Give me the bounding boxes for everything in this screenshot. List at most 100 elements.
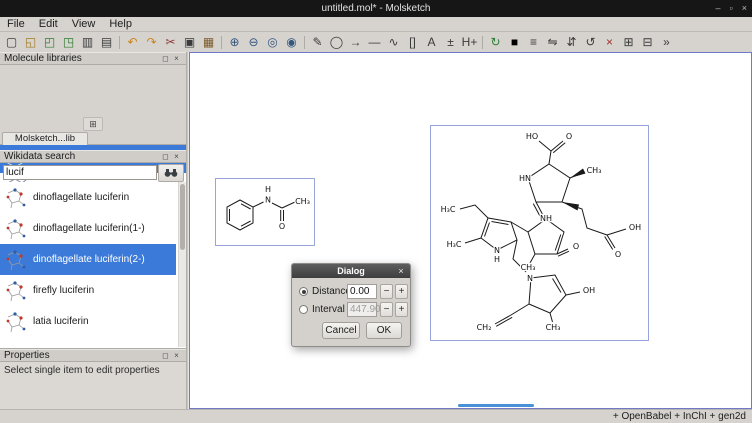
float-panel-icon[interactable]: ◻ [160, 151, 171, 162]
properties-panel-header: Properties ◻ × [0, 349, 186, 362]
zoom-out-button[interactable]: ⊖ [245, 34, 262, 51]
open-document-button[interactable]: ◱ [22, 34, 39, 51]
atom-label: H₃C [447, 240, 462, 249]
save-as-document-button[interactable]: ◳ [60, 34, 77, 51]
atom-label: O [279, 222, 285, 231]
atom-label: CH₃ [295, 197, 310, 206]
flip-horizontal-button[interactable]: ⇋ [544, 34, 561, 51]
atom-label: H [265, 185, 271, 194]
drawing-canvas[interactable]: H N O CH₃ [189, 52, 752, 409]
optimize-structure-button[interactable]: ↻ [487, 34, 504, 51]
new-document-button[interactable]: ▢ [3, 34, 20, 51]
zoom-original-button[interactable]: ◉ [283, 34, 300, 51]
close-panel-icon[interactable]: × [171, 350, 182, 361]
mechanism-arrow-button[interactable]: ∿ [385, 34, 402, 51]
menu-view[interactable]: View [65, 18, 103, 31]
draw-tool-button[interactable]: ✎ [309, 34, 326, 51]
distance-decrement-button[interactable]: − [380, 284, 393, 299]
close-panel-icon[interactable]: × [171, 53, 182, 64]
tab-molsketch-lib[interactable]: Molsketch...lib [2, 132, 88, 145]
menu-edit[interactable]: Edit [32, 18, 65, 31]
redo-button[interactable]: ↷ [143, 34, 160, 51]
wikidata-item-latia-luciferin[interactable]: latia luciferin [0, 306, 176, 337]
atom-label: CH₂ [477, 323, 492, 332]
table-tool-button[interactable]: ⊟ [639, 34, 656, 51]
search-button[interactable] [158, 164, 184, 182]
molecule-luciferin[interactable]: HO O HN CH₃ OH O NH O CH₃ N H H₃C H₃C N … [430, 125, 649, 341]
delete-tool-button[interactable]: × [601, 34, 618, 51]
atom-label: OH [629, 223, 641, 232]
interval-value-field[interactable]: 447.90 [347, 302, 377, 317]
paste-button[interactable]: ▦ [200, 34, 217, 51]
copy-button[interactable]: ▣ [181, 34, 198, 51]
menu-help[interactable]: Help [102, 18, 139, 31]
atom-label: N [527, 274, 533, 283]
close-panel-icon[interactable]: × [171, 151, 182, 162]
color-picker-button[interactable]: ■ [506, 34, 523, 51]
float-panel-icon[interactable]: ◻ [160, 350, 171, 361]
line-width-button[interactable]: ≡ [525, 34, 542, 51]
atom-label: O [566, 132, 572, 141]
ok-button[interactable]: OK [366, 322, 402, 339]
wikidata-search-row [0, 163, 186, 182]
interval-decrement-button[interactable]: − [380, 302, 393, 317]
interval-label: Interval [312, 304, 345, 315]
atom-label: N [494, 246, 500, 255]
main-toolbar: ▢◱◰◳▥▤ ↶↷✂▣▦ ⊕⊖◎◉ ✎◯→—∿[]A±H+ ↻■≡⇋⇵↺×⊞⊟» [0, 32, 752, 53]
interval-row: Interval 447.90 − + [292, 302, 410, 318]
wikidata-item-firefly-luciferin[interactable]: firefly luciferin [0, 275, 176, 306]
wikidata-item-label: dinoflagellate luciferin [33, 192, 129, 203]
float-panel-icon[interactable]: ◻ [160, 53, 171, 64]
toolbar-separator [119, 36, 120, 49]
atom-label: CH₃ [521, 263, 536, 272]
cut-button[interactable]: ✂ [162, 34, 179, 51]
libraries-toolbar: ⊞ [0, 117, 186, 131]
export-image-button[interactable]: ▥ [79, 34, 96, 51]
zoom-in-button[interactable]: ⊕ [226, 34, 243, 51]
print-document-button[interactable]: ▤ [98, 34, 115, 51]
bracket-tool-button[interactable]: [] [404, 34, 421, 51]
toolbar-separator [304, 36, 305, 49]
rotate-tool-button[interactable]: ↺ [582, 34, 599, 51]
minimize-icon[interactable]: – [716, 0, 721, 17]
zoom-fit-button[interactable]: ◎ [264, 34, 281, 51]
structure-thumbnail-icon [3, 309, 29, 335]
distance-label: Distance [312, 286, 351, 297]
wikidata-item-dinoflagellate-luciferin[interactable]: dinoflagellate luciferin [0, 182, 176, 213]
toolbar-separator [221, 36, 222, 49]
binoculars-icon [164, 168, 178, 178]
cancel-button[interactable]: Cancel [322, 322, 360, 339]
overflow-menu-button[interactable]: » [658, 34, 675, 51]
flip-vertical-button[interactable]: ⇵ [563, 34, 580, 51]
hydrogen-tool-button[interactable]: H+ [461, 34, 478, 51]
distance-value-field[interactable]: 0.00 [347, 284, 377, 299]
wikidata-panel-title: Wikidata search [4, 151, 160, 162]
molecule-acetanilide[interactable]: H N O CH₃ [215, 178, 315, 246]
distance-radio[interactable] [299, 287, 308, 296]
properties-panel-title: Properties [4, 350, 160, 361]
menu-file[interactable]: File [0, 18, 32, 31]
wikidata-item-dinoflagellate-luciferin-1[interactable]: dinoflagellate luciferin(1-) [0, 213, 176, 244]
reaction-arrow-button[interactable]: → [347, 34, 364, 51]
align-tool-button[interactable]: ⊞ [620, 34, 637, 51]
interval-increment-button[interactable]: + [395, 302, 408, 317]
text-tool-button[interactable]: A [423, 34, 440, 51]
maximize-icon[interactable]: ▫ [730, 0, 733, 17]
charge-tool-button[interactable]: ± [442, 34, 459, 51]
search-input[interactable] [3, 165, 157, 180]
acetanilide-structure: H N O CH₃ [216, 179, 314, 245]
canvas-horizontal-scrollbar-thumb[interactable] [458, 404, 534, 407]
wikidata-item-dinoflagellate-luciferin-2[interactable]: dinoflagellate luciferin(2-) [0, 244, 176, 275]
save-document-button[interactable]: ◰ [41, 34, 58, 51]
window-titlebar: untitled.mol* - Molsketch – ▫ × [0, 0, 752, 17]
libraries-panel-header: Molecule libraries ◻ × [0, 52, 186, 65]
scrollbar-thumb[interactable] [180, 184, 185, 250]
ring-tool-button[interactable]: ◯ [328, 34, 345, 51]
dialog-close-icon[interactable]: × [395, 264, 407, 278]
close-icon[interactable]: × [742, 0, 747, 17]
distance-increment-button[interactable]: + [395, 284, 408, 299]
line-tool-button[interactable]: — [366, 34, 383, 51]
undo-button[interactable]: ↶ [124, 34, 141, 51]
add-library-button[interactable]: ⊞ [83, 117, 103, 131]
interval-radio[interactable] [299, 305, 308, 314]
